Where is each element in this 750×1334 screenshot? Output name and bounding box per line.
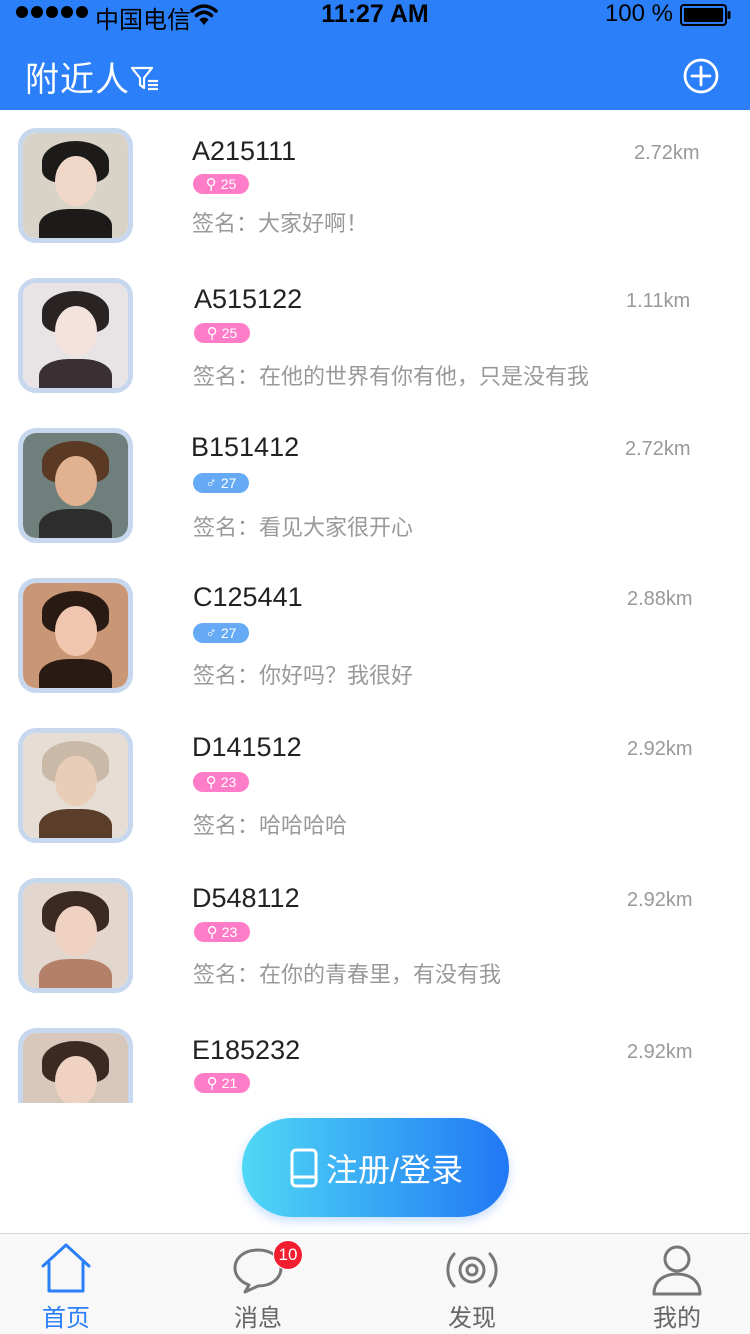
user-list-item[interactable]: D141512 2.92km ⚲ 23 签名：哈哈哈哈: [0, 710, 750, 860]
bottom-tab-bar: 首页 10 消息 发现 我的: [0, 1233, 750, 1334]
avatar[interactable]: [18, 728, 133, 843]
signature: 签名：大家好啊！: [192, 211, 369, 236]
female-icon: ⚲: [206, 325, 218, 342]
page-title: 附近人: [25, 61, 130, 99]
tab-discover[interactable]: 发现: [397, 1234, 547, 1334]
female-icon: ⚲: [206, 924, 218, 941]
user-list-item[interactable]: D548112 2.92km ⚲ 23 签名：在你的青春里，有没有我: [0, 860, 750, 1010]
user-name: A215111: [192, 136, 297, 166]
radio-signal-icon: [446, 1252, 498, 1288]
avatar[interactable]: [18, 128, 133, 243]
age: 25: [221, 325, 238, 341]
gender-age-badge: ⚲ 25: [193, 174, 249, 194]
distance: 2.88km: [627, 588, 693, 610]
age: 23: [220, 774, 237, 790]
filter-icon[interactable]: [130, 66, 160, 92]
age: 23: [221, 924, 238, 940]
gender-age-badge: ♂ 27: [193, 623, 249, 643]
gender-age-badge: ⚲ 25: [194, 323, 250, 343]
distance: 2.72km: [634, 142, 700, 164]
user-name: B151412: [191, 432, 300, 462]
age: 25: [220, 176, 237, 192]
signature: 签名：在他的世界有你有他，只是没有我: [193, 364, 590, 389]
female-icon: ⚲: [206, 1075, 218, 1092]
tab-messages[interactable]: 10 消息: [183, 1234, 333, 1334]
user-list-item[interactable]: E185232 2.92km ⚲ 21: [0, 1010, 750, 1103]
avatar[interactable]: [18, 428, 133, 543]
avatar[interactable]: [18, 278, 133, 393]
user-list-item[interactable]: A515122 1.11km ⚲ 25 签名：在他的世界有你有他，只是没有我: [0, 260, 750, 410]
tab-home[interactable]: 首页: [0, 1234, 141, 1334]
tab-profile-label: 我的: [653, 1305, 701, 1332]
home-icon: [41, 1243, 91, 1293]
gender-age-badge: ⚲ 21: [194, 1073, 250, 1093]
gender-age-badge: ⚲ 23: [194, 922, 250, 942]
register-login-label: 注册/登录: [326, 1151, 463, 1188]
phone-icon: [290, 1148, 318, 1187]
age: 27: [220, 475, 237, 491]
age: 27: [220, 625, 237, 641]
tab-messages-label: 消息: [234, 1305, 282, 1332]
user-name: D141512: [192, 732, 302, 762]
unread-count-badge: 10: [273, 1240, 303, 1270]
register-login-button[interactable]: 注册/登录: [242, 1118, 509, 1217]
tab-discover-label: 发现: [448, 1305, 496, 1332]
user-list-item[interactable]: C125441 2.88km ♂ 27 签名：你好吗？我很好: [0, 560, 750, 710]
signature: 签名：你好吗？我很好: [193, 663, 414, 688]
battery-percentage: 100 %: [604, 0, 673, 27]
distance: 2.92km: [627, 738, 693, 760]
user-list-item[interactable]: B151412 2.72km ♂ 27 签名：看见大家很开心: [0, 410, 750, 560]
nearby-user-list[interactable]: A215111 2.72km ⚲ 25 签名：大家好啊！ A515122 1.1…: [0, 110, 750, 1103]
user-name: E185232: [192, 1035, 301, 1065]
signature: 签名：在你的青春里，有没有我: [193, 962, 502, 987]
female-icon: ⚲: [205, 176, 217, 193]
avatar[interactable]: [18, 578, 133, 693]
distance: 2.92km: [627, 889, 693, 911]
user-list-item[interactable]: A215111 2.72km ⚲ 25 签名：大家好啊！: [0, 110, 750, 260]
signature: 签名：看见大家很开心: [193, 515, 414, 540]
distance: 2.92km: [627, 1041, 693, 1063]
distance: 2.72km: [625, 438, 691, 460]
user-name: A515122: [194, 284, 303, 314]
gender-age-badge: ♂ 27: [193, 473, 249, 493]
avatar[interactable]: [18, 878, 133, 993]
user-icon: [652, 1245, 702, 1296]
male-icon: ♂: [205, 474, 217, 492]
male-icon: ♂: [205, 624, 217, 642]
user-name: C125441: [193, 582, 303, 612]
distance: 1.11km: [626, 290, 691, 312]
battery-icon: [680, 4, 731, 26]
female-icon: ⚲: [205, 774, 217, 791]
app-header: 中国电信 11:27 AM 100 % 附近人: [0, 0, 750, 110]
gender-age-badge: ⚲ 23: [193, 772, 249, 792]
age: 21: [221, 1075, 238, 1091]
avatar[interactable]: [18, 1028, 133, 1103]
tab-home-label: 首页: [42, 1305, 90, 1332]
plus-circle-icon[interactable]: [683, 58, 719, 94]
tab-profile[interactable]: 我的: [602, 1234, 750, 1334]
status-bar: 中国电信 11:27 AM 100 %: [0, 0, 750, 34]
signature: 签名：哈哈哈哈: [193, 813, 348, 838]
user-name: D548112: [192, 883, 300, 913]
